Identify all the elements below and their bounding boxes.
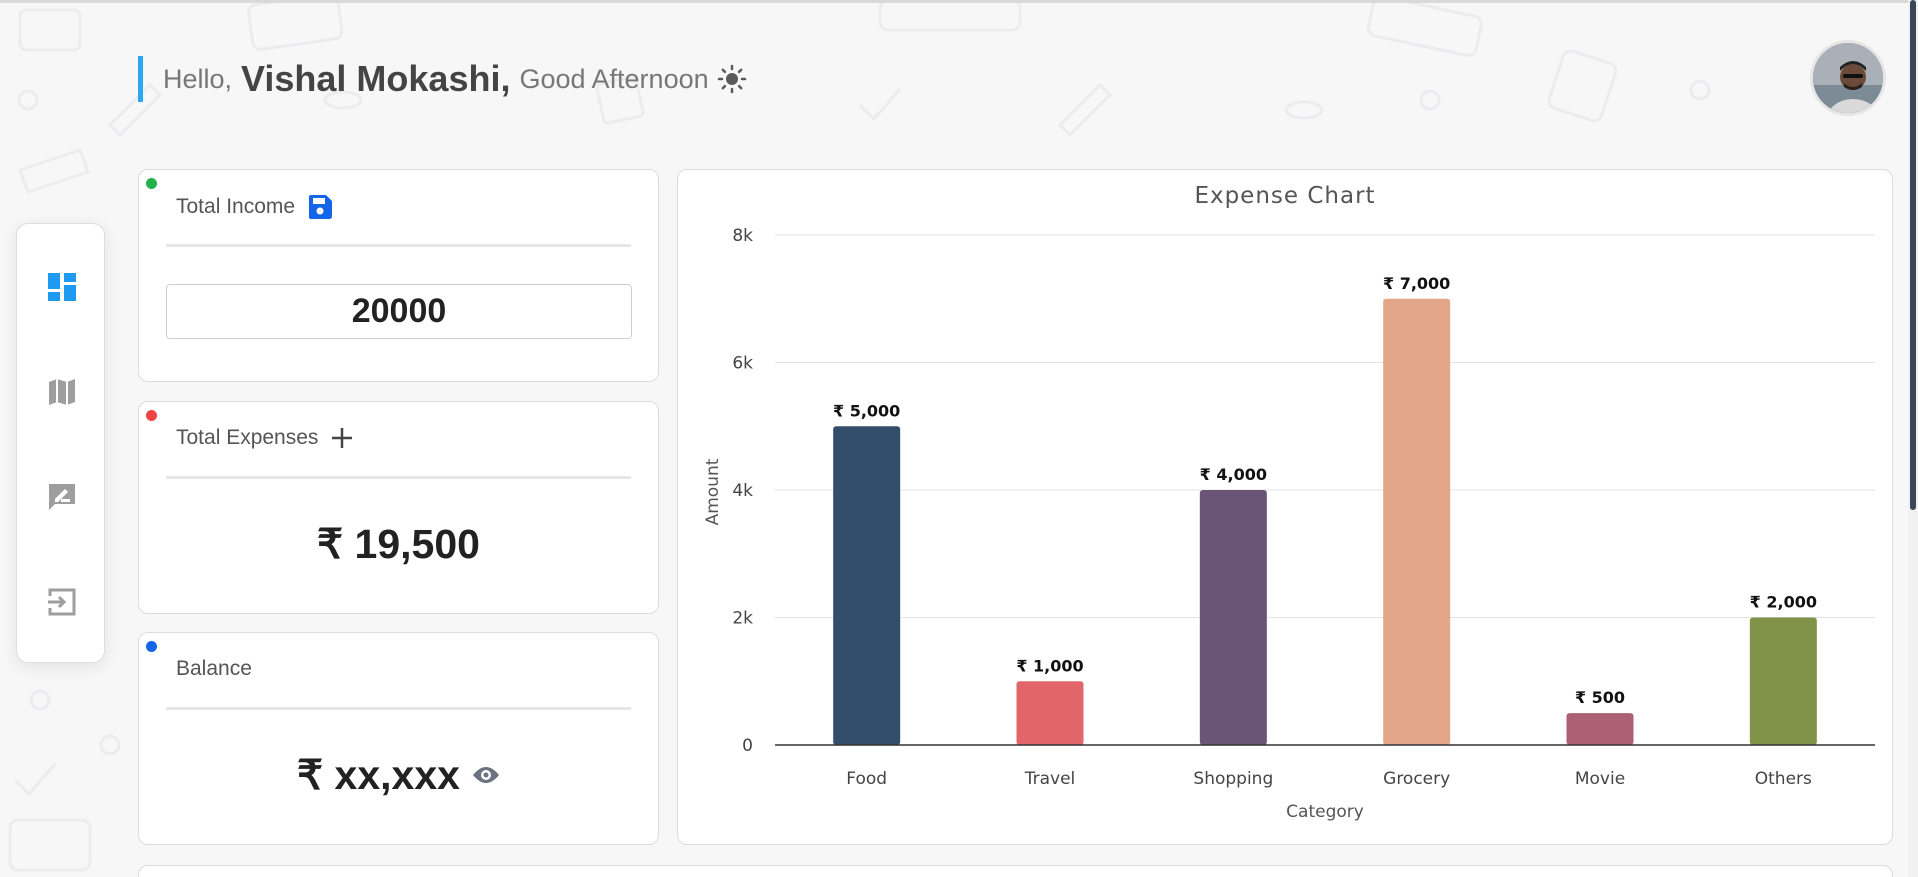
- balance-value: ₹ xx,xxx: [297, 752, 460, 798]
- expenses-status-dot: [146, 410, 157, 421]
- sidebar-nav: [16, 223, 105, 663]
- chart-bars: [833, 298, 1817, 746]
- income-label: Total Income: [176, 195, 296, 218]
- greeting-header: Hello, Vishal Mokashi, Good Afternoon: [138, 56, 747, 102]
- chart-x-tick-label: Movie: [1575, 769, 1625, 789]
- chart-y-tick-label: 0: [742, 736, 753, 756]
- chart-x-ticks: Food Travel Shopping Grocery Movie Others: [846, 769, 1812, 789]
- chart-bar[interactable]: [1016, 681, 1084, 745]
- chart-y-axis-label: Amount: [703, 458, 723, 525]
- chart-data-label: ₹ 1,000: [1016, 656, 1083, 675]
- expenses-card: Total Expenses ₹ 19,500: [138, 401, 659, 614]
- chart-y-tick-label: 4k: [732, 481, 753, 501]
- plus-icon[interactable]: [330, 426, 354, 450]
- chart-bar[interactable]: [1566, 713, 1634, 745]
- save-icon[interactable]: [307, 194, 333, 220]
- nav-item-map[interactable]: [45, 375, 79, 409]
- map-icon: [49, 379, 75, 405]
- balance-amount: ₹ xx,xxx: [139, 751, 658, 799]
- nav-item-dashboard[interactable]: [45, 270, 79, 304]
- chart-x-tick-label: Food: [846, 769, 887, 789]
- chart-bar[interactable]: [833, 426, 901, 745]
- chart-y-tick-label: 6k: [732, 354, 753, 374]
- expense-chart-card: Expense Chart Amount Category 0 2k 4k 6k 8k …: [677, 169, 1893, 845]
- chart-gridlines: [775, 234, 1875, 618]
- top-border: [0, 0, 1918, 3]
- page-scrollbar[interactable]: [1908, 0, 1918, 877]
- income-header: Total Income: [176, 194, 333, 220]
- avatar-image: [1813, 43, 1883, 113]
- chart-data-label: ₹ 7,000: [1383, 274, 1450, 293]
- scrollbar-thumb[interactable]: [1910, 0, 1916, 510]
- logout-icon: [48, 588, 76, 616]
- expenses-header: Total Expenses: [176, 426, 354, 450]
- balance-label: Balance: [176, 657, 252, 680]
- income-divider: [166, 244, 631, 247]
- income-card: Total Income: [138, 169, 659, 382]
- chart-title: Expense Chart: [1194, 183, 1375, 209]
- chart-bar[interactable]: [1383, 298, 1451, 745]
- balance-header: Balance: [176, 657, 252, 681]
- chart-data-label: ₹ 5,000: [833, 401, 900, 420]
- expense-chart: Expense Chart Amount Category 02k4k6k8k …: [703, 183, 1875, 822]
- chart-data-label: ₹ 4,000: [1200, 465, 1267, 484]
- bottom-card: [138, 865, 1893, 877]
- chart-x-tick-label: Others: [1755, 769, 1812, 789]
- chart-x-tick-label: Shopping: [1193, 769, 1273, 789]
- greeting-hello: Hello,: [163, 63, 233, 94]
- chart-y-tick-label: 8k: [732, 226, 753, 246]
- balance-card: Balance ₹ xx,xxx: [138, 632, 659, 845]
- feedback-icon: [49, 484, 75, 510]
- income-status-dot: [146, 178, 157, 189]
- balance-status-dot: [146, 641, 157, 652]
- eye-icon[interactable]: [472, 765, 500, 785]
- chart-x-axis-label: Category: [1286, 802, 1364, 822]
- chart-x-tick-label: Travel: [1024, 769, 1076, 789]
- chart-bar[interactable]: [1749, 617, 1817, 746]
- chart-bar[interactable]: [1199, 490, 1267, 745]
- chart-data-label: ₹ 500: [1575, 688, 1625, 707]
- chart-x-tick-label: Grocery: [1383, 769, 1450, 789]
- user-avatar[interactable]: [1810, 40, 1886, 116]
- income-input[interactable]: [166, 284, 632, 339]
- sun-icon: [717, 64, 747, 94]
- chart-data-label: ₹ 2,000: [1750, 593, 1817, 612]
- dashboard-icon: [48, 273, 76, 301]
- nav-item-logout[interactable]: [45, 585, 79, 619]
- user-name: Vishal Mokashi,: [241, 58, 511, 99]
- chart-y-ticks: 0 2k 4k 6k 8k: [732, 226, 753, 756]
- expenses-amount: ₹ 19,500: [139, 520, 658, 568]
- chart-y-tick-label: 2k: [732, 609, 753, 629]
- balance-divider: [166, 707, 631, 710]
- nav-item-feedback[interactable]: [45, 480, 79, 514]
- expenses-label: Total Expenses: [176, 426, 319, 449]
- expenses-value: ₹ 19,500: [317, 521, 480, 567]
- expenses-divider: [166, 476, 631, 479]
- greeting-time-of-day: Good Afternoon: [519, 63, 709, 94]
